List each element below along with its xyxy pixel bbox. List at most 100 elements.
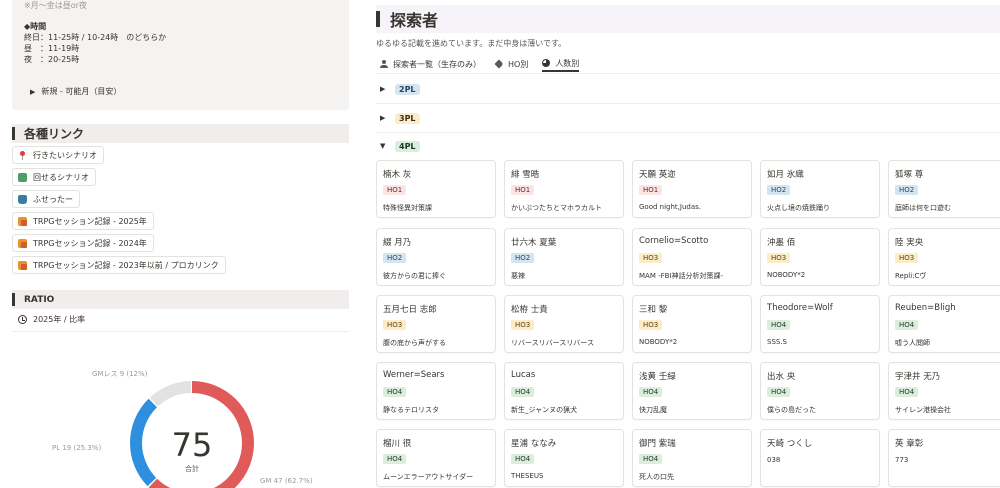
investigator-card[interactable]: 松栫 士貴 HO3 リバースリバースリバース [504, 295, 624, 353]
investigator-name: 浅黄 壬緑 [639, 372, 676, 382]
investigator-card[interactable]: 如月 氷織 HO2 火点し境の焼鉄踊り [760, 160, 880, 218]
ho-badge: HO4 [511, 387, 535, 397]
investigator-card[interactable]: 英 章彰 773 [888, 429, 1000, 487]
investigator-card[interactable]: Lucas HO4 新生_ジャンヌの猟犬 [504, 362, 624, 420]
link-label: TRPGセッション記録 - 2025年 [33, 216, 147, 226]
ho-badge: HO4 [767, 320, 791, 330]
link-fusetter[interactable]: ふせったー [12, 190, 80, 208]
right-column: 探索者 ゆるゆる記載を進めています。まだ中身は薄いです。 探索者一覧（生存のみ）… [376, 0, 1000, 488]
link-session-2025[interactable]: TRPGセッション記録 - 2025年 [12, 212, 154, 230]
scenario-name: 快刀乱魔 [639, 406, 667, 414]
tag-icon [494, 59, 504, 69]
view-tabs: 探索者一覧（生存のみ） HO別 人数別 [380, 56, 593, 72]
investigator-card[interactable]: 三和 黎 HO3 NOBODY*2 [632, 295, 752, 353]
triangle-down-icon: ▼ [380, 142, 386, 150]
investigator-card[interactable]: 楠木 灰 HO1 特殊怪異対策課 [376, 160, 496, 218]
link-label: 回せるシナリオ [33, 172, 89, 182]
ratio-view-tab[interactable]: 2025年 / 比率 [18, 314, 85, 325]
heading-bar [12, 293, 15, 306]
investigator-card[interactable]: 陸 実央 HO3 Repli:Cヴ [888, 228, 1000, 286]
investigator-name: Werner=Sears [383, 370, 445, 380]
tab-label: 探索者一覧（生存のみ） [393, 59, 481, 69]
investigator-name: Lucas [511, 370, 536, 380]
scenario-name: 火点し境の焼鉄踊り [767, 204, 830, 212]
tab-investigator-list[interactable]: 探索者一覧（生存のみ） [380, 56, 481, 72]
heading-bar [12, 127, 15, 140]
scenario-name: ムーンエラーアウトサイダー [383, 473, 474, 481]
investigator-card[interactable]: Cornelio=Scotto HO3 MAM -FBI神話分析対策課- [632, 228, 752, 286]
scenario-name: THESEUS [511, 472, 544, 480]
investigator-card[interactable]: Theodore=Wolf HO4 SSS.S [760, 295, 880, 353]
ratio-donut-chart: 75 合計 GMレス 9 (12%) PL 19 (25.3%) GM 47 (… [52, 370, 313, 488]
scenario-name: NOBODY*2 [767, 271, 806, 279]
link-label: TRPGセッション記録 - 2024年 [33, 238, 147, 248]
group-badge: 4PL [395, 140, 420, 152]
scenario-name: Good night,Judas. [639, 203, 701, 211]
investigator-card[interactable]: 沖墨 佰 HO3 NOBODY*2 [760, 228, 880, 286]
ho-badge: HO1 [383, 185, 407, 195]
link-label: TRPGセッション記録 - 2023年以前 / プロカリンク [33, 260, 219, 270]
group-4pl[interactable]: ▼ 4PL [376, 134, 1000, 158]
tab-by-player-count[interactable]: 人数別 [542, 56, 580, 72]
group-badge: 2PL [395, 83, 420, 95]
folder-icon [18, 216, 27, 226]
scenario-name: 嘘う人閲師 [895, 339, 930, 347]
left-column: ※月〜金は昼or夜 ◆時間 終日：11-25時 / 10-24時 のどちらか 昼… [12, 0, 349, 488]
investigator-card[interactable]: 浅黄 壬緑 HO4 快刀乱魔 [632, 362, 752, 420]
investigator-name: 御門 紫瑞 [639, 439, 676, 449]
ho-badge: HO3 [383, 320, 407, 330]
investigator-name: 出水 央 [767, 372, 796, 382]
link-session-2023[interactable]: TRPGセッション記録 - 2023年以前 / プロカリンク [12, 256, 226, 274]
triangle-right-icon: ▶ [30, 88, 36, 96]
ratio-subtitle: 2025年 / 比率 [33, 315, 86, 324]
investigator-card[interactable]: 星浦 ななみ HO4 THESEUS [504, 429, 624, 487]
investigator-card[interactable]: Reuben=Bligh HO4 嘘う人閲師 [888, 295, 1000, 353]
time-row: 終日：11-25時 / 10-24時 のどちらか [24, 33, 167, 42]
folder-icon [18, 238, 27, 248]
investigator-name: 星浦 ななみ [511, 439, 557, 449]
triangle-right-icon: ▶ [380, 85, 386, 93]
investigator-card[interactable]: 狐塚 尊 HO2 庭師は何を口遊む [888, 160, 1000, 218]
ho-badge: HO3 [895, 253, 919, 263]
new-months-toggle[interactable]: ▶ 新規 - 可能月（目安） [30, 86, 121, 98]
link-runnable-scenarios[interactable]: 回せるシナリオ [12, 168, 96, 186]
investigator-name: Theodore=Wolf [767, 303, 833, 313]
scenario-name: 773 [895, 456, 909, 464]
scenario-name: 特殊怪異対策課 [383, 204, 432, 212]
divider [376, 73, 1000, 74]
time-row: 夜 ：20-25時 [24, 55, 80, 64]
tab-by-ho[interactable]: HO別 [494, 56, 528, 72]
scenario-name: 庭師は何を口遊む [895, 204, 951, 212]
ho-badge: HO4 [895, 320, 919, 330]
investigator-name: 天願 英迩 [639, 170, 676, 180]
link-session-2024[interactable]: TRPGセッション記録 - 2024年 [12, 234, 154, 252]
scenario-name: 悪辣 [511, 272, 525, 280]
group-3pl[interactable]: ▶ 3PL [376, 106, 1000, 130]
heading-bar [376, 11, 380, 27]
investigator-card[interactable]: 綴 月乃 HO2 彼方からの君に捧ぐ [376, 228, 496, 286]
scenario-name: 新生_ジャンヌの猟犬 [511, 406, 578, 414]
links-title: 各種リンク [24, 127, 85, 141]
investigator-card[interactable]: 五月七日 志郎 HO3 腹の底から声がする [376, 295, 496, 353]
investigator-card[interactable]: 御門 紫瑞 HO4 死人の口先 [632, 429, 752, 487]
link-want-scenarios[interactable]: 行きたいシナリオ [12, 146, 104, 164]
group-2pl[interactable]: ▶ 2PL [376, 77, 1000, 101]
scenario-name: かいぶつたちとマホラカルト [511, 204, 602, 212]
link-label: ふせったー [33, 194, 73, 204]
investigator-card[interactable]: 榴川 很 HO4 ムーンエラーアウトサイダー [376, 429, 496, 487]
investigator-card[interactable]: 緋 雪晧 HO1 かいぶつたちとマホラカルト [504, 160, 624, 218]
triangle-right-icon: ▶ [380, 114, 386, 122]
time-heading: ◆時間 [24, 22, 47, 31]
investigator-card[interactable]: 天願 英迩 HO1 Good night,Judas. [632, 160, 752, 218]
investigator-card[interactable]: 天崎 つくし 038 [760, 429, 880, 487]
investigator-name: 綴 月乃 [383, 238, 412, 248]
investigator-card[interactable]: 出水 央 HO4 僕らの島だった [760, 362, 880, 420]
ho-badge: HO4 [511, 454, 535, 464]
page-description: ゆるゆる記載を進めています。まだ中身は薄いです。 [376, 39, 567, 48]
group-badge: 3PL [395, 112, 420, 124]
investigator-card[interactable]: 廿六木 夏葉 HO2 悪辣 [504, 228, 624, 286]
investigator-card[interactable]: Werner=Sears HO4 静なるテロリスタ [376, 362, 496, 420]
investigator-card[interactable]: 宇津井 无乃 HO4 サイレン港操会社 [888, 362, 1000, 420]
ho-badge: HO4 [383, 454, 407, 464]
scenario-name: 彼方からの君に捧ぐ [383, 272, 446, 280]
